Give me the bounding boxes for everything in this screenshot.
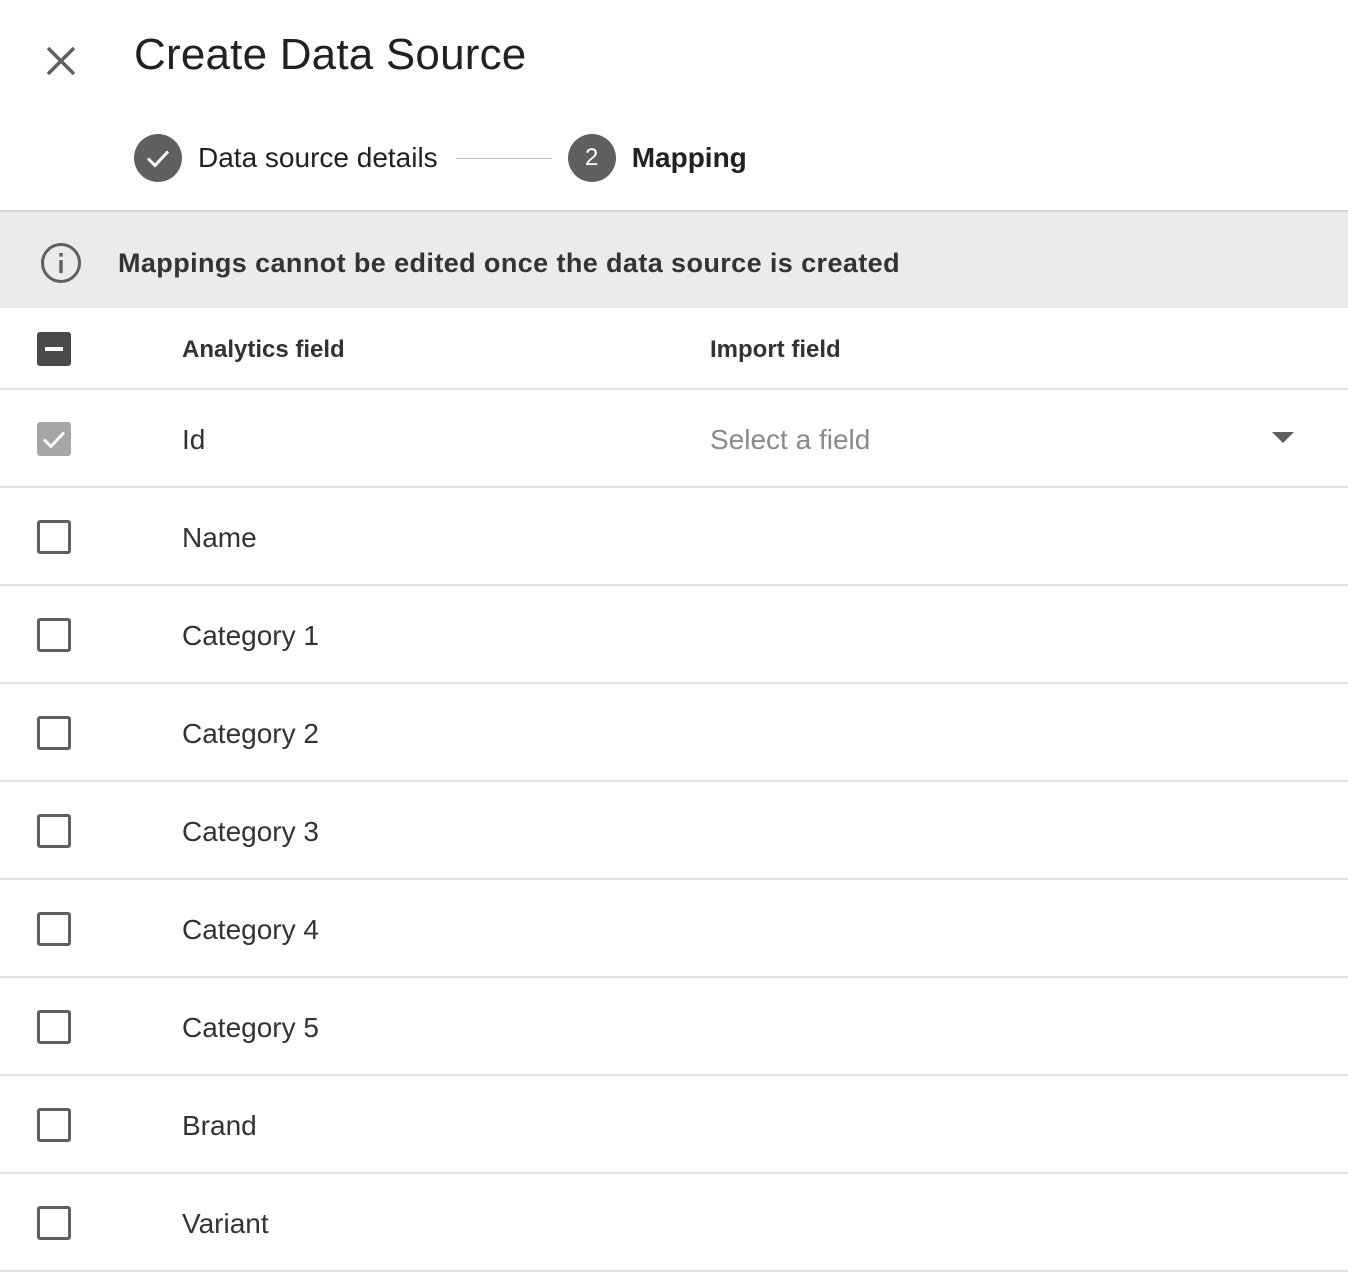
row-checkbox[interactable] [37,1206,71,1240]
import-field-select[interactable]: Select a field [710,412,1310,466]
analytics-field-name: Id [182,424,206,455]
row-checkbox[interactable] [37,716,71,750]
close-button[interactable] [36,36,86,86]
row-checkbox[interactable] [37,1108,71,1142]
step-label: Data source details [198,142,438,173]
table-row: Category 1 [0,586,1348,684]
table-row: Variant [0,1174,1348,1272]
analytics-field-name: Category 2 [182,718,319,749]
stepper: Data source details 2 Mapping [134,134,747,182]
analytics-field-name: Category 4 [182,914,319,945]
step-data-source-details[interactable]: Data source details [134,134,438,182]
step-mapping[interactable]: 2 Mapping [567,134,747,182]
analytics-field-name: Variant [182,1208,269,1239]
select-all-checkbox[interactable] [37,332,71,366]
check-icon [146,150,170,168]
table-row: Name [0,488,1348,586]
dialog-header: Create Data Source Data source details 2… [0,0,1348,210]
row-checkbox [37,422,71,456]
table-row: Category 2 [0,684,1348,782]
analytics-field-name: Name [182,522,257,553]
close-icon [46,46,76,76]
page-title: Create Data Source [134,30,527,79]
row-checkbox[interactable] [37,520,71,554]
table-row: Category 3 [0,782,1348,880]
create-data-source-dialog: Create Data Source Data source details 2… [0,0,1348,1274]
analytics-field-name: Category 5 [182,1012,319,1043]
chevron-down-icon [1272,432,1294,443]
row-checkbox[interactable] [37,618,71,652]
check-icon [42,431,66,449]
step-number-badge: 2 [567,134,616,182]
column-header-analytics-field: Analytics field [182,336,345,363]
table-row: Id Select a field [0,390,1348,488]
select-placeholder: Select a field [710,424,871,455]
mapping-table: Analytics field Import field Id Select a… [0,308,1348,1272]
info-icon [41,243,81,283]
table-header: Analytics field Import field [0,308,1348,390]
row-checkbox[interactable] [37,912,71,946]
step-connector [455,157,552,159]
analytics-field-name: Brand [182,1110,257,1141]
analytics-field-name: Category 3 [182,816,319,847]
row-checkbox[interactable] [37,1010,71,1044]
banner-message: Mappings cannot be edited once the data … [118,248,900,278]
table-row: Category 4 [0,880,1348,978]
step-label: Mapping [631,142,747,173]
column-header-import-field: Import field [710,336,841,363]
row-checkbox[interactable] [37,814,71,848]
step-completed-badge [134,134,182,182]
indeterminate-dash-icon [45,347,63,351]
table-row: Brand [0,1076,1348,1174]
table-row: Category 5 [0,978,1348,1076]
info-banner: Mappings cannot be edited once the data … [0,210,1348,308]
analytics-field-name: Category 1 [182,620,319,651]
